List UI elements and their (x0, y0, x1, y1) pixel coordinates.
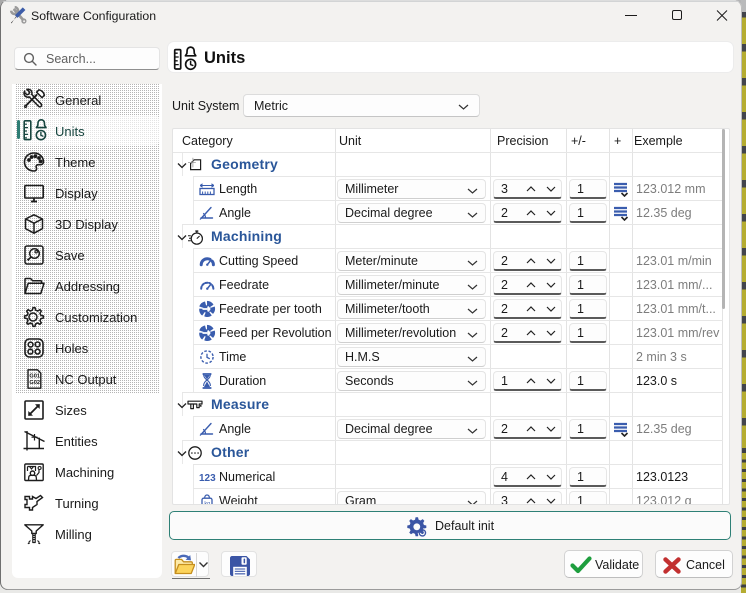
svg-text:G01: G01 (29, 374, 40, 380)
svg-text:G02: G02 (29, 380, 40, 386)
svg-text:123: 123 (199, 473, 216, 484)
svg-text:kg: kg (204, 501, 210, 505)
